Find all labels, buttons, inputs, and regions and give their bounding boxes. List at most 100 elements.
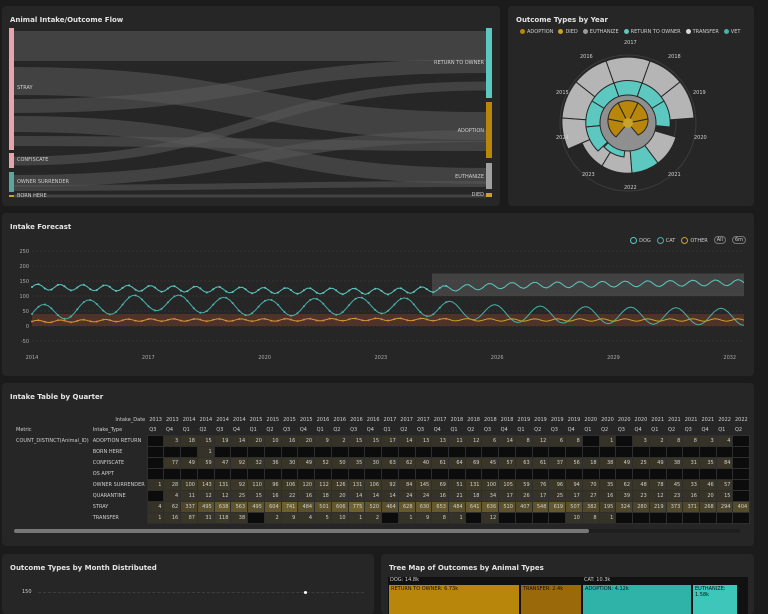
series-point [154, 318, 156, 321]
table-cell: 35 [698, 457, 717, 469]
series-point [387, 319, 389, 322]
series-point [399, 287, 402, 290]
series-point [315, 291, 318, 294]
series-point [186, 290, 189, 293]
series-point [302, 289, 305, 292]
year-header: 2018 [500, 417, 514, 423]
table-cell: 110 [247, 479, 265, 491]
table-cell [247, 512, 265, 524]
table-cell: 9 [314, 435, 332, 447]
series-point [419, 317, 422, 320]
series-point [367, 301, 370, 304]
table-cell: 48 [632, 479, 650, 491]
series-point [173, 285, 176, 288]
intake-type-cell: OS APPT [92, 471, 114, 477]
series-point [328, 287, 331, 290]
table-cell [732, 435, 751, 447]
table-cell: 59 [514, 479, 533, 491]
table-cell [632, 468, 650, 480]
series-point [238, 286, 241, 289]
metric-cell [14, 513, 91, 524]
series-point [348, 289, 351, 292]
table-cell: 26 [514, 490, 533, 502]
series-point [192, 285, 195, 288]
year-header: 2016 [333, 417, 347, 423]
treemap-cell-adoption[interactable]: ADOPTION: 4.12k [583, 585, 691, 614]
table-cell [180, 468, 198, 480]
polar-year-label: 2023 [582, 172, 595, 178]
quarter-header: Q2 [601, 427, 609, 433]
series-point [56, 319, 59, 322]
table-cell: 145 [414, 479, 433, 491]
table-cell: 126 [330, 479, 349, 491]
series-point [37, 305, 40, 308]
series-point [432, 319, 435, 322]
table-cell: 15 [347, 435, 366, 447]
series-point [393, 289, 396, 292]
table-cell: 3 [698, 435, 717, 447]
quarter-header: Q1 [383, 427, 391, 433]
year-header: 2017 [400, 417, 413, 423]
treemap-group-label: DOG: 14.8k [390, 577, 419, 583]
treemap-group-cat[interactable]: CAT: 10.3k ADOPTION: 4.12k EUTHANIZE: 1.… [582, 577, 748, 614]
table-cell [297, 446, 316, 458]
table-cell: 11 [447, 435, 466, 447]
month-point[interactable] [304, 591, 307, 594]
table-cell: 373 [665, 501, 684, 513]
table-cell [163, 468, 182, 480]
series-point [225, 319, 228, 322]
series-point [238, 318, 241, 320]
treemap-cell-return-to-owner[interactable]: RETURN TO OWNER: 6.73k [389, 585, 519, 614]
treemap-group-dog[interactable]: DOG: 14.8k RETURN TO OWNER: 6.73k TRANSF… [388, 577, 582, 614]
year-header: 2018 [467, 417, 480, 423]
table-cell: 484 [297, 501, 316, 513]
table-cell [263, 468, 282, 480]
series-point [50, 321, 53, 324]
table-cell [498, 446, 516, 458]
table-cell: 23 [665, 490, 684, 502]
metric-cell [14, 502, 91, 513]
series-point [31, 286, 33, 288]
series-point [218, 297, 221, 300]
series-point [296, 312, 299, 315]
sankey-left-label: STRAY [17, 85, 33, 91]
y-tick-label: 200 [19, 264, 29, 270]
series-point [95, 303, 98, 305]
table-cell: 49 [297, 457, 316, 469]
treemap-cell-euthanize[interactable]: EUTHANIZE: 1.58k [693, 585, 737, 614]
series-point [225, 296, 228, 299]
x-tick-label: 2026 [491, 355, 504, 361]
table-cell [715, 468, 734, 480]
scrollbar-thumb[interactable] [14, 529, 589, 533]
year-header: 2020 [584, 417, 598, 423]
quarter-header: Q1 [718, 427, 726, 433]
table-cell: 22 [280, 490, 299, 502]
series-point [322, 302, 325, 305]
table-cell: 100 [180, 479, 198, 491]
treemap-cell-transfer[interactable]: TRANSFER: 2.4k [521, 585, 581, 614]
table-cell [548, 468, 567, 480]
table-scrollbar[interactable] [14, 529, 740, 533]
y-tick-label: 100 [19, 294, 29, 300]
polar-year-label: 2016 [580, 54, 593, 60]
series-point [205, 310, 208, 313]
quarter-header: Q4 [299, 427, 307, 433]
metric-cell [14, 447, 91, 458]
table-cell: 2 [364, 512, 383, 524]
intake-type-cell: TRANSFER [92, 515, 119, 521]
table-cell: 51 [447, 479, 466, 491]
series-point [354, 317, 357, 320]
series-point [445, 285, 448, 287]
table-cell [213, 468, 232, 480]
treemap-title: Tree Map of Outcomes by Animal Types [389, 564, 544, 572]
table-cell [431, 468, 449, 480]
table-cell: 30 [364, 457, 383, 469]
series-point [205, 320, 208, 323]
table-cell: 25 [548, 490, 567, 502]
quarter-header: Q3 [483, 427, 492, 433]
treemap-group-label: CAT: 10.3k [584, 577, 611, 583]
table-cell: 268 [698, 501, 717, 513]
table-cell [514, 512, 533, 524]
table-cell [180, 446, 198, 458]
table-cell [146, 446, 165, 458]
